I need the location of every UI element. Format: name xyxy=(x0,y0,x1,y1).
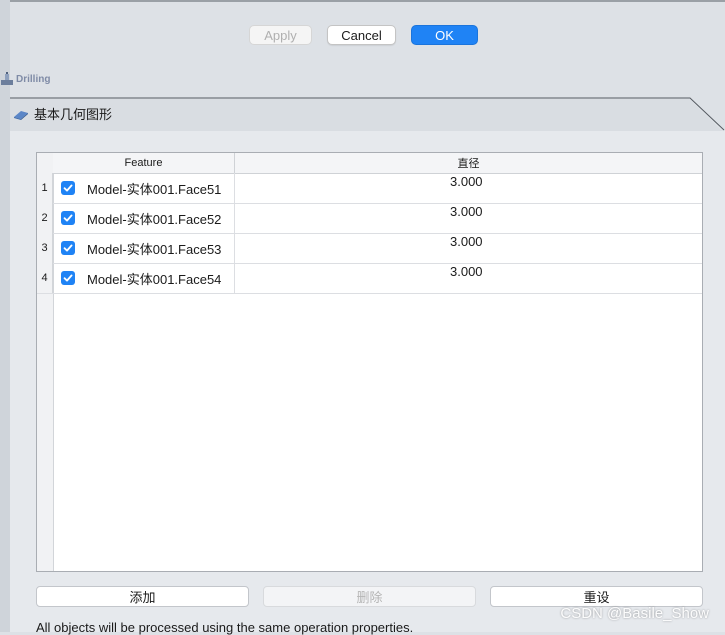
eraser-icon xyxy=(12,108,30,120)
tab-basic-geometry[interactable]: 基本几何图形 xyxy=(12,104,112,123)
drilling-section-header: Drilling xyxy=(0,71,50,87)
delete-button[interactable]: 删除 xyxy=(263,586,476,607)
table-row[interactable]: 2 Model-实体001.Face52 3.000 xyxy=(37,203,702,234)
diameter-value: 3.000 xyxy=(450,264,483,279)
diameter-value: 3.000 xyxy=(450,204,483,219)
row-number: 4 xyxy=(37,263,53,293)
watermark: CSDN @Basile_Show xyxy=(560,605,709,622)
table-row[interactable]: 3 Model-实体001.Face53 3.000 xyxy=(37,233,702,264)
feature-cell[interactable]: Model-实体001.Face51 xyxy=(53,173,235,203)
table-row[interactable]: 4 Model-实体001.Face54 3.000 xyxy=(37,263,702,294)
feature-cell[interactable]: Model-实体001.Face52 xyxy=(53,203,235,233)
tab-frame xyxy=(10,97,725,131)
feature-name: Model-实体001.Face54 xyxy=(87,271,222,287)
feature-cell[interactable]: Model-实体001.Face54 xyxy=(53,263,235,293)
column-header-feature[interactable]: Feature xyxy=(53,153,235,173)
ok-button[interactable]: OK xyxy=(411,25,478,45)
reset-button[interactable]: 重设 xyxy=(490,586,703,607)
top-divider xyxy=(0,0,725,2)
drill-icon xyxy=(0,72,14,86)
cancel-button[interactable]: Cancel xyxy=(327,25,396,45)
left-edge xyxy=(0,0,10,632)
footer-note: All objects will be processed using the … xyxy=(36,620,414,635)
diameter-cell[interactable]: 3.000 xyxy=(235,233,702,263)
feature-name: Model-实体001.Face52 xyxy=(87,211,222,227)
row-checkbox[interactable] xyxy=(61,271,75,285)
feature-cell[interactable]: Model-实体001.Face53 xyxy=(53,233,235,263)
diameter-cell[interactable]: 3.000 xyxy=(235,263,702,293)
diameter-value: 3.000 xyxy=(450,174,483,189)
drilling-label: Drilling xyxy=(16,73,51,85)
row-number: 2 xyxy=(37,203,53,233)
column-header-diameter[interactable]: 直径 xyxy=(235,153,702,173)
checkmark-icon xyxy=(63,214,73,222)
row-checkbox[interactable] xyxy=(61,211,75,225)
row-checkbox[interactable] xyxy=(61,241,75,255)
table-header: Feature 直径 xyxy=(53,153,702,174)
table-row[interactable]: 1 Model-实体001.Face51 3.000 xyxy=(37,173,702,204)
dialog-button-row: Apply Cancel OK xyxy=(0,25,725,47)
row-checkbox[interactable] xyxy=(61,181,75,195)
feature-table: Feature 直径 1 Model-实体001.Face51 3.000 2 … xyxy=(36,152,703,572)
diameter-cell[interactable]: 3.000 xyxy=(235,173,702,203)
checkmark-icon xyxy=(63,244,73,252)
feature-name: Model-实体001.Face51 xyxy=(87,181,222,197)
row-number: 1 xyxy=(37,173,53,203)
row-number: 3 xyxy=(37,233,53,263)
diameter-cell[interactable]: 3.000 xyxy=(235,203,702,233)
tab-label: 基本几何图形 xyxy=(34,107,113,122)
apply-button[interactable]: Apply xyxy=(249,25,312,45)
feature-name: Model-实体001.Face53 xyxy=(87,241,222,257)
add-button[interactable]: 添加 xyxy=(36,586,249,607)
diameter-value: 3.000 xyxy=(450,234,483,249)
checkmark-icon xyxy=(63,184,73,192)
checkmark-icon xyxy=(63,274,73,282)
